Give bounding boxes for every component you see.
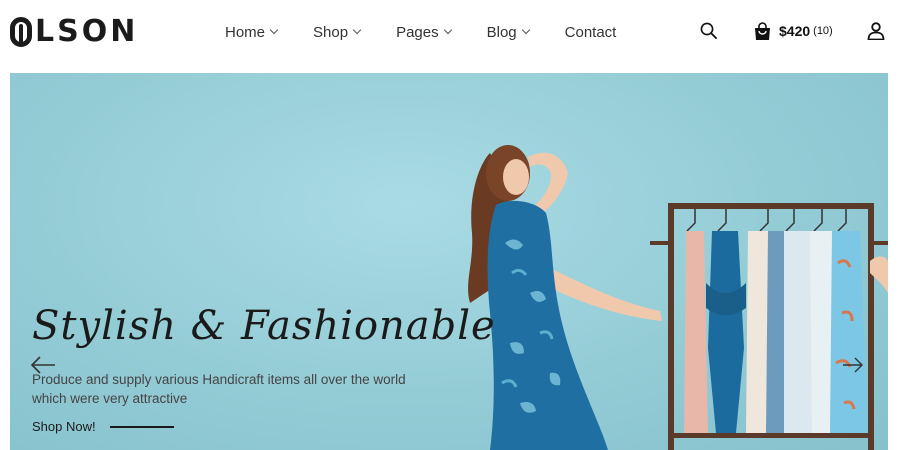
nav-item-contact[interactable]: Contact	[565, 24, 617, 41]
cart-price: $420	[779, 23, 811, 39]
nav-item-label: Home	[225, 23, 266, 41]
chevron-down-icon	[521, 25, 530, 35]
site-header: LSON Home Shop Pages Blog Contact $420 (…	[0, 0, 900, 66]
nav-item-label: Pages	[396, 23, 439, 41]
nav-item-home[interactable]: Home	[225, 23, 279, 41]
logo-mark	[10, 17, 32, 47]
chevron-down-icon	[269, 25, 279, 35]
arrow-right-icon[interactable]	[842, 357, 864, 373]
arrow-left-icon[interactable]	[30, 355, 56, 375]
shopping-bag-icon	[755, 21, 770, 40]
hero-title: Stylish & Fashionable	[32, 303, 496, 349]
logo[interactable]: LSON	[10, 12, 138, 52]
cart-button[interactable]: $420 (10)	[754, 20, 833, 42]
user-icon[interactable]	[867, 22, 885, 40]
nav-item-label: Blog	[486, 23, 517, 41]
shop-now-underline	[109, 425, 174, 428]
hero-slider: Stylish & Fashionable Produce and supply…	[10, 73, 888, 450]
main-nav: Home Shop Pages Blog Contact	[225, 0, 652, 64]
shop-now-button[interactable]: Shop Now!	[32, 419, 174, 434]
shop-now-label: Shop Now!	[32, 419, 96, 434]
nav-item-blog[interactable]: Blog	[486, 23, 530, 41]
chevron-down-icon	[352, 25, 362, 35]
hero-image	[468, 145, 888, 450]
nav-item-label: Shop	[313, 23, 349, 41]
cart-count: (10)	[813, 25, 833, 37]
logo-text: LSON	[35, 14, 139, 49]
nav-item-pages[interactable]: Pages	[396, 23, 452, 41]
hero-description: Produce and supply various Handicraft it…	[32, 372, 406, 406]
search-icon[interactable]	[700, 22, 717, 39]
chevron-down-icon	[443, 25, 452, 35]
nav-item-shop[interactable]: Shop	[313, 23, 362, 41]
nav-item-label: Contact	[564, 23, 617, 41]
